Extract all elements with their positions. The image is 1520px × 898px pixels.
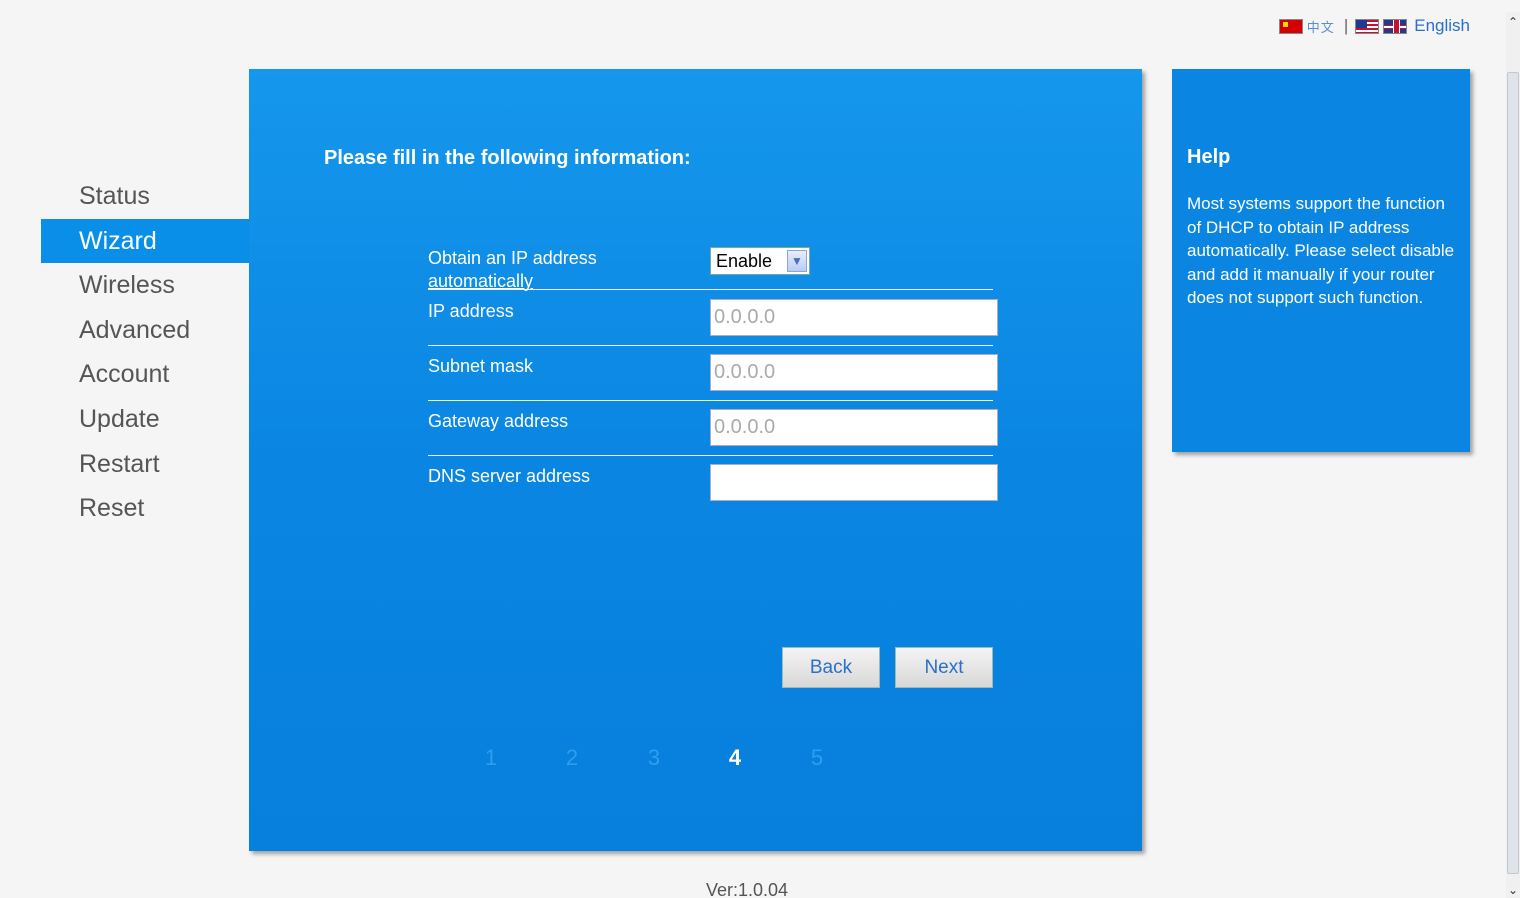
sidebar-nav: Status Wizard Wireless Advanced Account … [41,174,249,531]
sidebar-item-status[interactable]: Status [41,174,249,219]
us-flag-icon[interactable] [1355,18,1380,34]
language-bar: 中文 | English [1278,16,1470,36]
version-label: Ver:1.0.04 [706,880,789,898]
china-flag-icon[interactable] [1278,18,1303,34]
step-3: 3 [647,745,661,770]
gateway-row: Gateway address [428,409,998,456]
dns-row: DNS server address [428,464,998,505]
sidebar-item-restart[interactable]: Restart [41,442,249,487]
form-title: Please fill in the following information… [324,147,691,169]
sidebar-item-wireless[interactable]: Wireless [41,263,249,308]
back-button[interactable]: Back [782,647,880,688]
gateway-label: Gateway address [428,411,569,431]
row-divider [428,345,993,346]
sidebar-item-account[interactable]: Account [41,352,249,397]
ip-address-row: IP address [428,299,998,346]
subnet-mask-row: Subnet mask [428,354,998,401]
english-language-link[interactable]: English [1414,16,1470,36]
step-4-current: 4 [728,745,742,770]
scrollbar-thumb[interactable] [1507,72,1519,874]
help-text: Most systems support the function of DHC… [1187,194,1455,308]
ip-address-input[interactable] [710,299,998,336]
uk-flag-icon[interactable] [1383,18,1408,34]
chevron-down-icon[interactable]: ▼ [787,250,807,272]
chinese-language-link[interactable]: 中文 [1307,17,1335,36]
row-divider [428,400,993,401]
dns-label: DNS server address [428,466,591,486]
sidebar-item-advanced[interactable]: Advanced [41,308,249,353]
step-1: 1 [484,745,498,770]
next-button[interactable]: Next [895,647,993,688]
row-divider [428,289,993,290]
obtain-ip-label: Obtain an IP address automatically [428,247,597,293]
scroll-up-icon[interactable]: ⌃ [1506,12,1520,32]
scroll-down-icon[interactable]: ⌄ [1506,882,1520,898]
sidebar-item-reset[interactable]: Reset [41,486,249,531]
row-divider [428,455,993,456]
gateway-input[interactable] [710,409,998,446]
sidebar-item-update[interactable]: Update [41,397,249,442]
obtain-ip-row: Obtain an IP address automatically Enabl… [428,247,993,291]
wizard-panel: Please fill in the following information… [249,69,1142,851]
page: 中文 | English Status Wizard Wireless Adva… [0,0,1520,898]
step-5: 5 [810,745,824,770]
sidebar-item-wizard[interactable]: Wizard [41,218,249,264]
ip-address-label: IP address [428,301,514,321]
language-separator: | [1343,16,1349,35]
dns-input[interactable] [710,464,998,501]
obtain-ip-select-value: Enable [716,251,773,271]
step-2: 2 [565,745,579,770]
subnet-mask-input[interactable] [710,354,998,391]
help-panel: Help Most systems support the function o… [1172,69,1470,452]
obtain-ip-label-line1: Obtain an IP address [428,248,597,268]
help-title: Help [1187,146,1231,168]
obtain-ip-select[interactable]: Enable ▼ [710,247,810,275]
subnet-mask-label: Subnet mask [428,356,534,376]
vertical-scrollbar[interactable]: ⌃ ⌄ [1506,12,1520,898]
